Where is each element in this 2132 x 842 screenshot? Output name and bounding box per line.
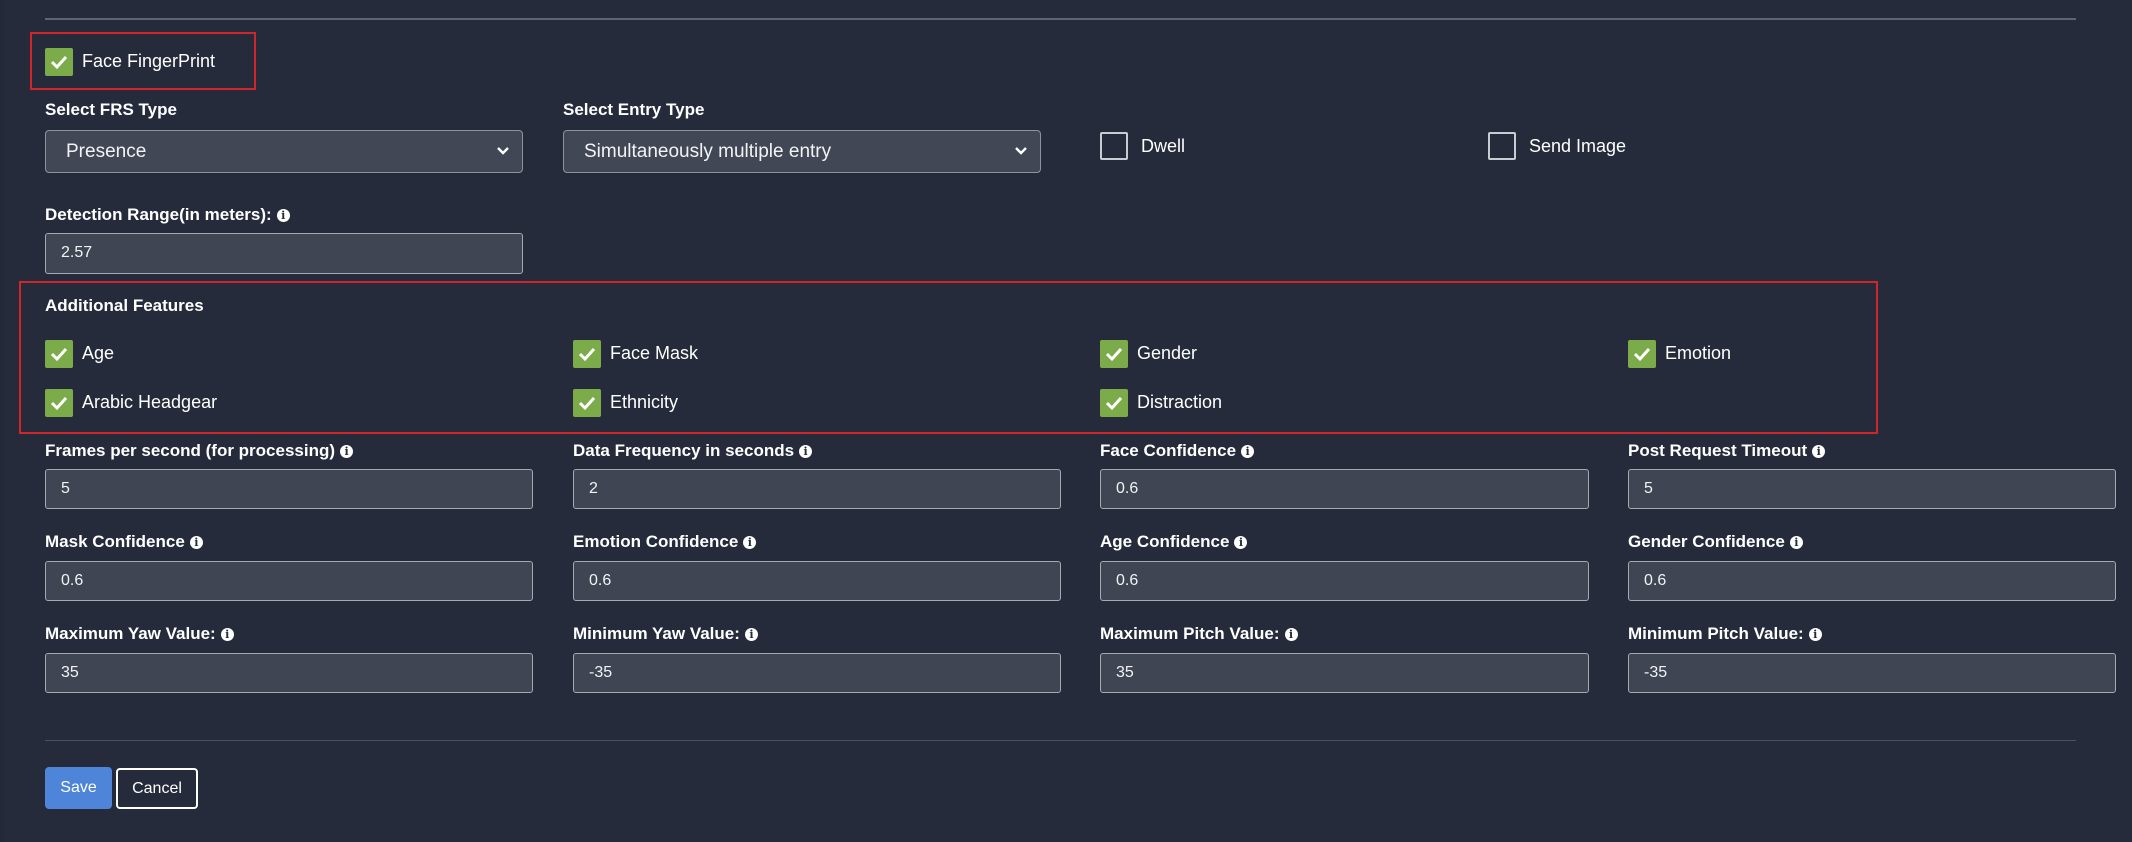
post-request-timeout-label: Post Request Timeout i xyxy=(1628,441,1826,461)
info-icon[interactable]: i xyxy=(743,536,757,549)
send-image-label: Send Image xyxy=(1529,136,1627,156)
min-yaw-input[interactable]: -35 xyxy=(573,653,1061,693)
info-icon[interactable]: i xyxy=(744,628,758,641)
age-confidence-input[interactable]: 0.6 xyxy=(1100,561,1589,601)
age-confidence-label: Age Confidence i xyxy=(1100,532,1248,552)
mask-confidence-input[interactable]: 0.6 xyxy=(45,561,533,601)
gender-confidence-label: Gender Confidence i xyxy=(1628,532,1803,552)
dwell-label: Dwell xyxy=(1141,136,1186,156)
data-frequency-label: Data Frequency in seconds i xyxy=(573,441,813,461)
ethnicity-label: Ethnicity xyxy=(610,392,679,412)
check-icon xyxy=(50,396,68,411)
additional-features-title: Additional Features xyxy=(45,296,204,315)
entry-type-label: Select Entry Type xyxy=(563,100,705,119)
max-pitch-label: Maximum Pitch Value: i xyxy=(1100,624,1298,644)
age-checkbox[interactable] xyxy=(45,340,73,368)
age-label: Age xyxy=(82,343,115,363)
info-icon[interactable]: i xyxy=(1789,536,1803,549)
gender-label: Gender xyxy=(1137,343,1198,363)
max-pitch-input[interactable]: 35 xyxy=(1100,653,1589,693)
min-pitch-label: Minimum Pitch Value: i xyxy=(1628,624,1822,644)
bottom-divider xyxy=(45,740,2076,741)
face-confidence-label: Face Confidence i xyxy=(1100,441,1255,461)
check-icon xyxy=(50,347,68,362)
info-icon[interactable]: i xyxy=(1241,445,1255,458)
entry-type-select[interactable]: Simultaneously multiple entry xyxy=(563,130,1041,173)
entry-type-value: Simultaneously multiple entry xyxy=(584,141,832,162)
ethnicity-checkbox[interactable] xyxy=(573,389,601,417)
info-icon[interactable]: i xyxy=(340,445,354,458)
emotion-checkbox[interactable] xyxy=(1628,340,1656,368)
fps-input[interactable]: 5 xyxy=(45,469,533,509)
frs-type-label: Select FRS Type xyxy=(45,100,177,119)
chevron-down-icon xyxy=(1015,147,1027,155)
face-fingerprint-checkbox[interactable] xyxy=(45,48,73,76)
check-icon xyxy=(50,55,68,70)
check-icon xyxy=(578,347,596,362)
face-fingerprint-label: Face FingerPrint xyxy=(82,51,216,71)
frs-type-value: Presence xyxy=(66,141,147,162)
check-icon xyxy=(1105,396,1123,411)
info-icon[interactable]: i xyxy=(276,209,290,222)
face-mask-checkbox[interactable] xyxy=(573,340,601,368)
settings-panel: Face FingerPrint Select FRS Type Presenc… xyxy=(4,0,2132,842)
check-icon xyxy=(578,396,596,411)
top-divider xyxy=(45,18,2076,20)
arabic-headgear-label: Arabic Headgear xyxy=(82,392,218,412)
emotion-label: Emotion xyxy=(1665,343,1732,363)
save-button[interactable]: Save xyxy=(45,767,112,809)
chevron-down-icon xyxy=(497,147,509,155)
send-image-checkbox[interactable] xyxy=(1488,132,1516,160)
face-confidence-input[interactable]: 0.6 xyxy=(1100,469,1589,509)
info-icon[interactable]: i xyxy=(189,536,203,549)
cancel-button[interactable]: Cancel xyxy=(116,768,198,809)
post-request-timeout-input[interactable]: 5 xyxy=(1628,469,2116,509)
max-yaw-label: Maximum Yaw Value: i xyxy=(45,624,234,644)
check-icon xyxy=(1105,347,1123,362)
arabic-headgear-checkbox[interactable] xyxy=(45,389,73,417)
face-mask-label: Face Mask xyxy=(610,343,699,363)
min-pitch-input[interactable]: -35 xyxy=(1628,653,2116,693)
info-icon[interactable]: i xyxy=(1812,445,1826,458)
check-icon xyxy=(1633,347,1651,362)
detection-range-input[interactable]: 2.57 xyxy=(45,233,523,274)
data-frequency-input[interactable]: 2 xyxy=(573,469,1061,509)
min-yaw-label: Minimum Yaw Value: i xyxy=(573,624,758,644)
highlight-additional-features xyxy=(19,281,1878,434)
emotion-confidence-label: Emotion Confidence i xyxy=(573,532,757,552)
emotion-confidence-input[interactable]: 0.6 xyxy=(573,561,1061,601)
distraction-label: Distraction xyxy=(1137,392,1223,412)
gender-confidence-input[interactable]: 0.6 xyxy=(1628,561,2116,601)
distraction-checkbox[interactable] xyxy=(1100,389,1128,417)
detection-range-label: Detection Range(in meters): i xyxy=(45,205,290,225)
max-yaw-input[interactable]: 35 xyxy=(45,653,533,693)
dwell-checkbox[interactable] xyxy=(1100,132,1128,160)
info-icon[interactable]: i xyxy=(1234,536,1248,549)
info-icon[interactable]: i xyxy=(220,628,234,641)
info-icon[interactable]: i xyxy=(1808,628,1822,641)
mask-confidence-label: Mask Confidence i xyxy=(45,532,203,552)
fps-label: Frames per second (for processing) i xyxy=(45,441,354,461)
info-icon[interactable]: i xyxy=(799,445,813,458)
gender-checkbox[interactable] xyxy=(1100,340,1128,368)
info-icon[interactable]: i xyxy=(1284,628,1298,641)
frs-type-select[interactable]: Presence xyxy=(45,130,523,173)
